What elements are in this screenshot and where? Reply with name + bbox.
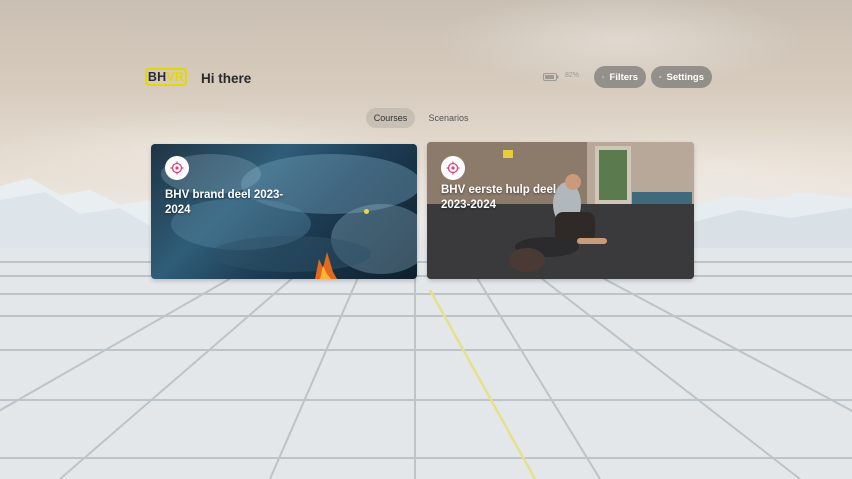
greeting-text: Hi there	[201, 71, 252, 86]
course-card-brand[interactable]: BHV brand deel 2023-2024	[151, 144, 417, 279]
bhvr-logo: BHVR	[145, 68, 187, 86]
battery-percentage: 82%	[565, 72, 580, 79]
filters-button[interactable]: Filters	[594, 66, 646, 88]
settings-button[interactable]: Settings	[651, 66, 712, 88]
tab-courses[interactable]: Courses	[366, 108, 415, 128]
course-title: BHV eerste hulp deel 2023-2024	[441, 184, 557, 211]
filter-lines-icon	[602, 76, 605, 78]
filters-label: Filters	[609, 71, 638, 83]
course-card-eerste-hulp[interactable]: BHV eerste hulp deel 2023-2024	[427, 142, 694, 279]
battery-icon	[543, 73, 559, 81]
settings-label: Settings	[666, 71, 704, 83]
target-icon	[441, 156, 465, 180]
top-bar: BHVR Hi there 82% Filters Settings	[145, 64, 715, 92]
target-icon	[165, 156, 189, 180]
gear-icon	[659, 75, 662, 79]
vr-pointer-dot	[364, 209, 369, 214]
tab-scenarios[interactable]: Scenarios	[421, 108, 476, 128]
course-title: BHV brand deel 2023-2024	[165, 189, 284, 216]
